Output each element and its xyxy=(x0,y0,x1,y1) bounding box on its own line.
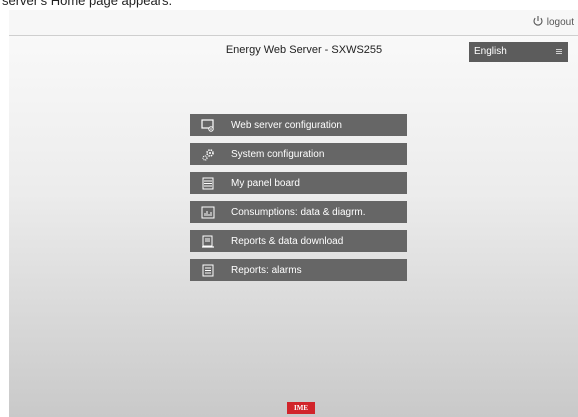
logout-button[interactable]: logout xyxy=(532,15,574,29)
language-select[interactable]: English xyxy=(469,42,568,62)
menu-item-consumptions[interactable]: Consumptions: data & diagrm. xyxy=(190,201,407,223)
gears-icon xyxy=(190,143,226,165)
power-icon xyxy=(532,15,544,30)
logout-label: logout xyxy=(546,16,574,28)
hamburger-icon xyxy=(556,49,562,55)
page-title: Energy Web Server - SXWS255 xyxy=(225,44,383,56)
menu-item-label: Web server configuration xyxy=(231,119,342,131)
menu-item-label: Consumptions: data & diagrm. xyxy=(231,206,366,218)
report-download-icon xyxy=(190,230,226,252)
chart-icon xyxy=(190,201,226,223)
document-caption: server's Home page appears. xyxy=(2,0,173,8)
app-window: logout Energy Web Server - SXWS255 Engli… xyxy=(9,10,578,417)
panel-board-icon xyxy=(190,172,226,194)
menu-item-label: Reports & data download xyxy=(231,235,344,247)
menu-item-label: Reports: alarms xyxy=(231,264,302,276)
menu-item-label: System configuration xyxy=(231,148,325,160)
menu-item-my-panel-board[interactable]: My panel board xyxy=(190,172,407,194)
main-menu: Web server configuration System configur… xyxy=(190,114,407,288)
top-bar: logout xyxy=(9,10,578,36)
menu-item-web-server-configuration[interactable]: Web server configuration xyxy=(190,114,407,136)
menu-item-system-configuration[interactable]: System configuration xyxy=(190,143,407,165)
language-selected-value: English xyxy=(474,46,507,57)
ime-logo: IME xyxy=(287,402,315,414)
menu-item-label: My panel board xyxy=(231,177,300,189)
menu-item-reports-alarms[interactable]: Reports: alarms xyxy=(190,259,407,281)
menu-item-reports-data-download[interactable]: Reports & data download xyxy=(190,230,407,252)
web-server-config-icon xyxy=(190,114,226,136)
alarm-report-icon xyxy=(190,259,226,281)
